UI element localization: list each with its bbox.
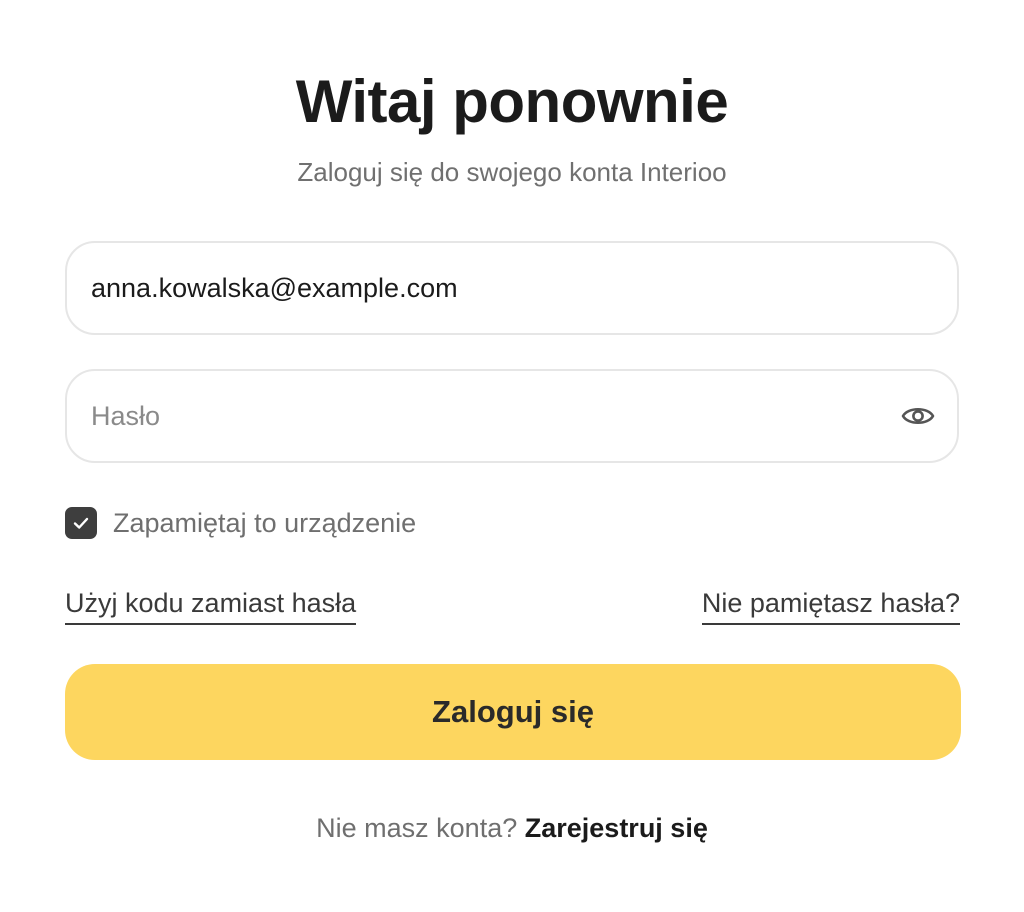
forgot-password-link[interactable]: Nie pamiętasz hasła?	[701, 586, 960, 625]
password-field[interactable]	[65, 369, 959, 463]
remember-device-checkbox[interactable]	[65, 507, 97, 539]
remember-device-label: Zapamiętaj to urządzenie	[113, 507, 417, 538]
login-button[interactable]: Zaloguj się	[65, 664, 961, 760]
login-page: Witaj ponownie Zaloguj się do swojego ko…	[0, 0, 1024, 912]
signup-row: Nie masz konta? Zarejestruj się	[0, 810, 1024, 846]
eye-icon[interactable]	[901, 401, 935, 431]
page-subtitle: Zaloguj się do swojego konta Interioo	[297, 157, 727, 187]
use-code-link[interactable]: Użyj kodu zamiast hasła	[65, 586, 357, 625]
signup-prompt: Nie masz konta?	[316, 813, 518, 843]
password-input[interactable]	[91, 371, 891, 461]
checkmark-icon	[73, 517, 89, 529]
email-input[interactable]	[91, 243, 891, 333]
email-field[interactable]	[65, 241, 959, 335]
remember-device-option[interactable]: Zapamiętaj to urządzenie	[65, 506, 416, 540]
signup-link[interactable]: Zarejestruj się	[525, 813, 708, 843]
page-title: Witaj ponownie	[295, 68, 729, 135]
